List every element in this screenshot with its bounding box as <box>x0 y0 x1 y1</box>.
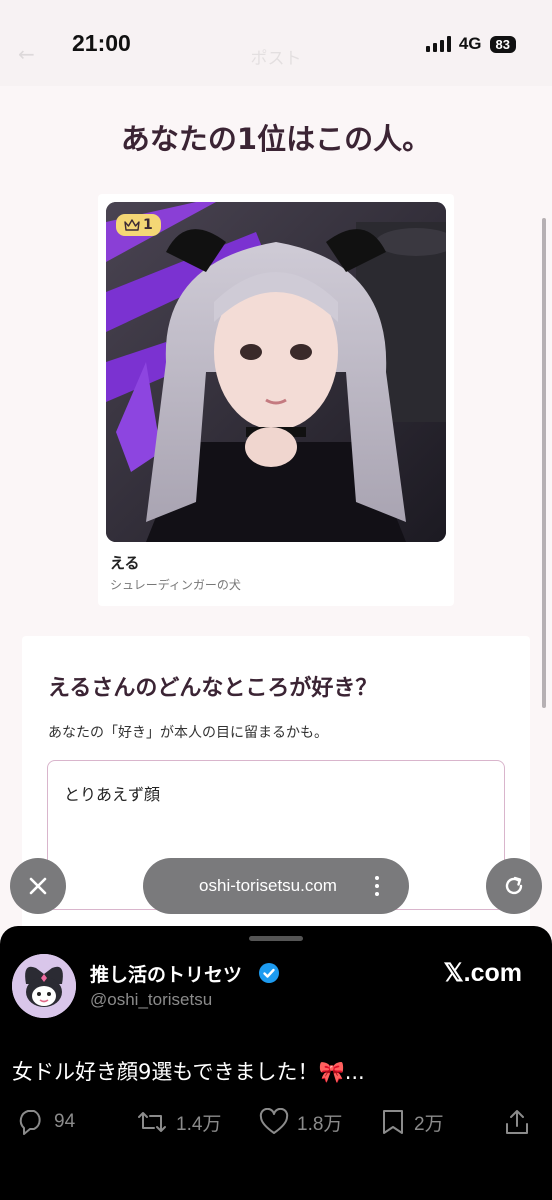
source-label[interactable]: 𝕏.com <box>444 958 523 988</box>
retweet-icon <box>138 1112 166 1132</box>
idol-name: える <box>110 554 140 572</box>
display-name[interactable]: 推し活のトリセツ <box>90 960 242 987</box>
status-time: 21:00 <box>72 30 131 56</box>
status-indicators: 4G 83 <box>425 34 516 54</box>
user-handle[interactable]: @oshi_torisetsu <box>90 990 212 1010</box>
signal-icon <box>425 36 451 52</box>
retweet-button[interactable]: 1.4万 <box>136 1108 221 1136</box>
bookmark-count: 2万 <box>414 1113 444 1135</box>
reply-button[interactable]: 94 <box>16 1108 75 1136</box>
ribbon-emoji: 🎀 <box>318 1060 345 1084</box>
more-icon[interactable] <box>375 876 379 896</box>
reply-count: 94 <box>54 1111 76 1132</box>
bookmark-icon <box>383 1110 403 1134</box>
tweet-text[interactable]: 女ドル好き顔9選もできました！🎀... <box>12 1056 365 1086</box>
idol-photo: 1 <box>106 202 446 542</box>
bookmark-button[interactable]: 2万 <box>380 1108 444 1136</box>
tweet-body: 女ドル好き顔9選もできました！ <box>12 1060 319 1084</box>
rank-number: 1 <box>143 217 153 233</box>
idol-photo-illustration <box>106 202 446 542</box>
page-title: あなたの1位はこの人。 <box>120 122 432 156</box>
network-type: 4G <box>458 34 482 53</box>
idol-group: シュレーディンガーの犬 <box>110 578 241 592</box>
close-icon <box>29 877 47 895</box>
question-title: えるさんのどんなところが好き？ <box>48 676 378 701</box>
idol-card[interactable]: 1 える シュレーディンガーの犬 <box>98 194 454 606</box>
avatar-image <box>12 954 76 1018</box>
tweet-actions: 94 1.4万 1.8万 2万 <box>16 1108 536 1140</box>
reload-button[interactable] <box>486 858 542 914</box>
share-icon <box>506 1110 528 1134</box>
like-count: 1.8万 <box>297 1113 343 1135</box>
url-text: oshi-torisetsu.com <box>199 876 337 895</box>
scrollbar[interactable] <box>542 218 546 708</box>
status-bar: ← ポスト 21:00 4G 83 <box>0 0 552 86</box>
retweet-count: 1.4万 <box>176 1113 222 1135</box>
avatar[interactable] <box>12 954 76 1018</box>
tweet-sheet[interactable]: 推し活のトリセツ @oshi_torisetsu 𝕏.com 女ドル好き顔9選も… <box>0 926 552 1200</box>
reply-icon <box>19 1110 41 1135</box>
battery-level: 83 <box>489 35 516 53</box>
question-subtitle: あなたの「好き」が本人の目に留まるかも。 <box>48 725 328 741</box>
verified-icon <box>259 963 279 983</box>
url-bar[interactable]: oshi-torisetsu.com <box>143 858 409 914</box>
crown-icon <box>124 218 140 231</box>
sheet-grabber[interactable] <box>249 936 303 941</box>
rank-badge: 1 <box>116 214 161 236</box>
share-button[interactable] <box>504 1108 530 1136</box>
close-button[interactable] <box>10 858 66 914</box>
tweet-ellipsis: ... <box>344 1060 365 1084</box>
like-icon <box>259 1108 289 1134</box>
like-button[interactable]: 1.8万 <box>259 1108 342 1136</box>
reload-icon <box>505 876 523 895</box>
